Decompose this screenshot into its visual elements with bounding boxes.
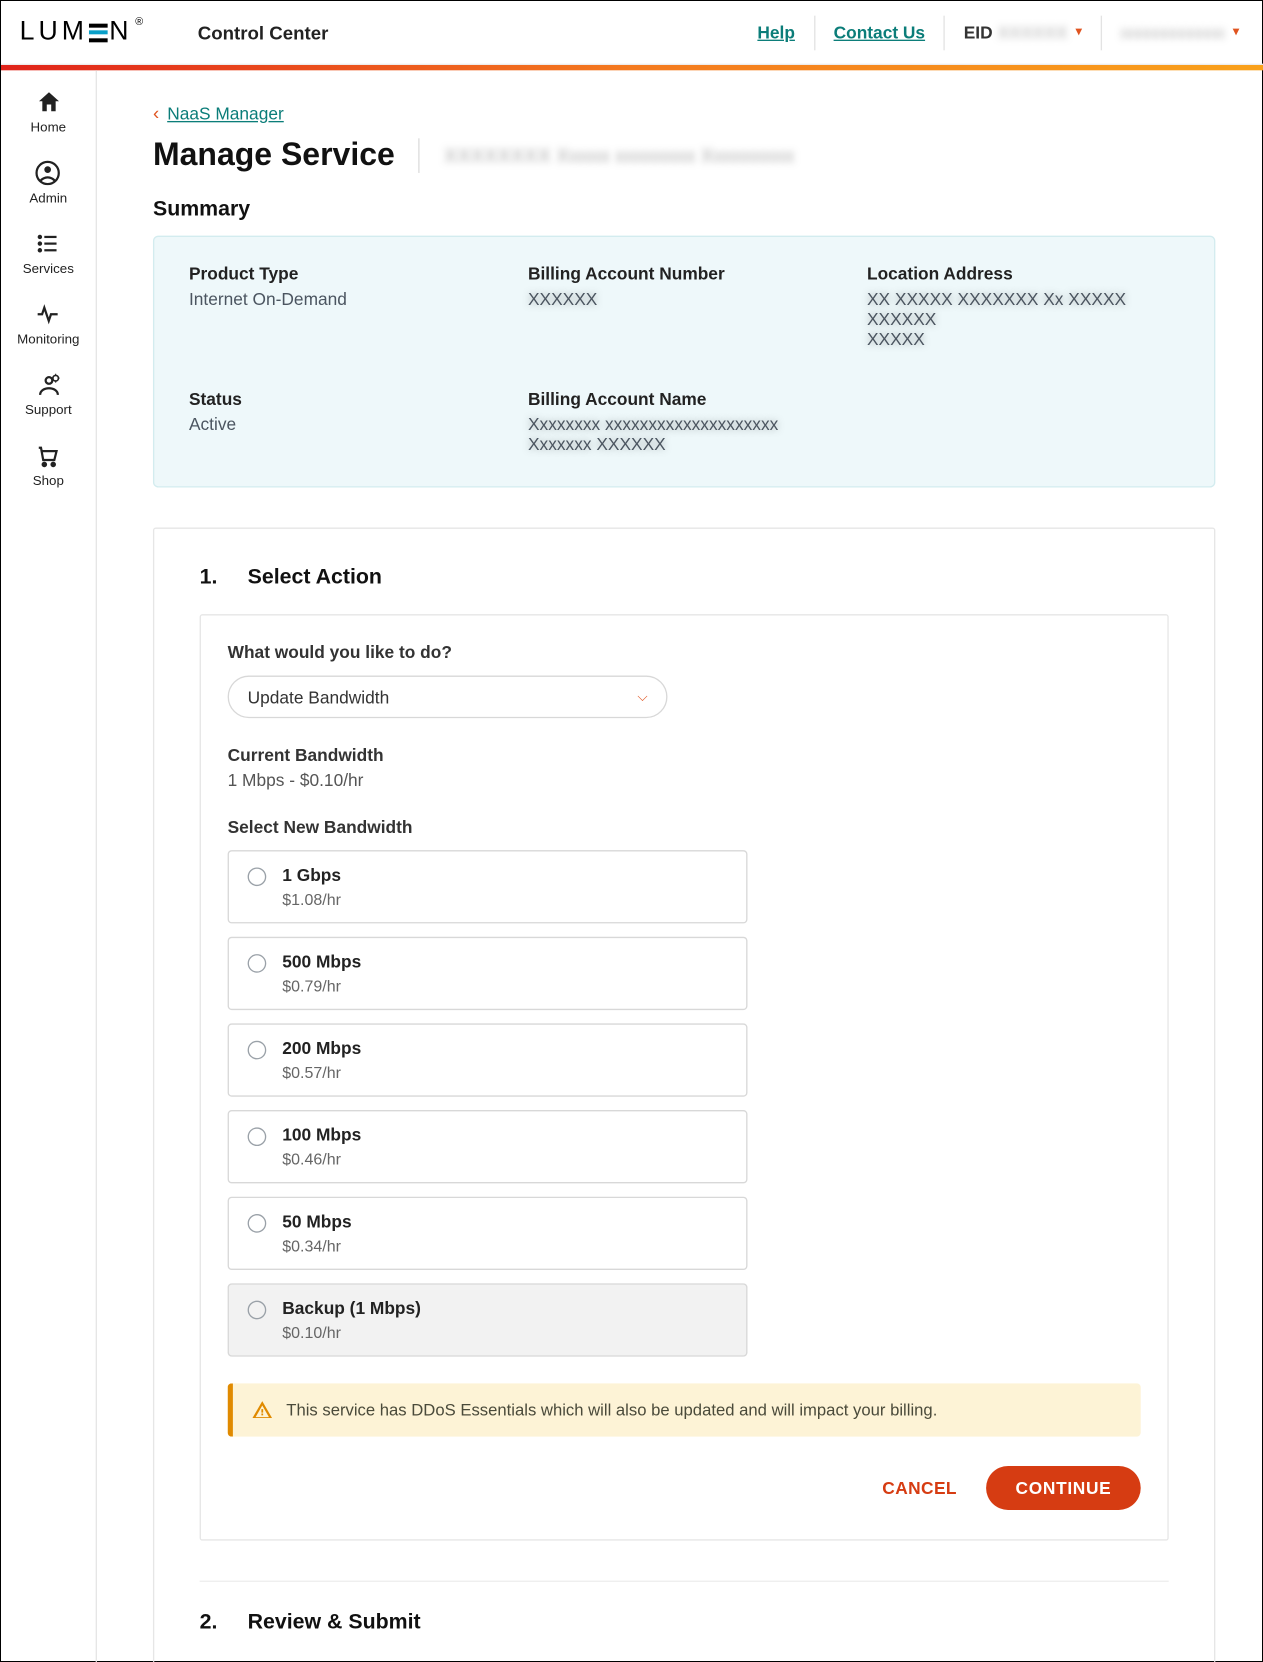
step1-body: What would you like to do? Update Bandwi… [200, 614, 1169, 1540]
sidebar-item-label: Services [23, 262, 74, 277]
sidebar: Home Admin Services Monitoring [1, 70, 97, 1662]
sidebar-item-shop[interactable]: Shop [33, 442, 64, 489]
chevron-left-icon: ‹ [153, 102, 159, 123]
chevron-down-icon: ⌵ [637, 689, 647, 704]
sidebar-item-support[interactable]: Support [25, 372, 72, 419]
cart-icon [35, 442, 62, 469]
warning-icon [252, 1399, 273, 1420]
sidebar-item-label: Home [31, 121, 67, 136]
option-name: Backup (1 Mbps) [282, 1298, 421, 1318]
option-name: 100 Mbps [282, 1125, 361, 1145]
bandwidth-option[interactable]: 500 Mbps $0.79/hr [228, 937, 748, 1010]
radio-icon [248, 1301, 267, 1320]
gear-user-icon [35, 372, 62, 399]
alert-text: This service has DDoS Essentials which w… [286, 1401, 937, 1420]
product-type-label: Product Type [189, 264, 501, 284]
top-bar: LUMN® Control Center Help Contact Us EID… [1, 1, 1263, 65]
sidebar-item-label: Support [25, 404, 72, 419]
ban-value: XXXXXX [528, 289, 840, 309]
chevron-down-icon: ▾ [1075, 25, 1082, 40]
option-price: $0.57/hr [282, 1063, 361, 1082]
radio-icon [248, 1041, 267, 1060]
option-price: $1.08/hr [282, 890, 341, 909]
bandwidth-option[interactable]: 100 Mbps $0.46/hr [228, 1110, 748, 1183]
step1-actions: CANCEL CONTINUE [228, 1466, 1141, 1510]
step2-header: 2. Review & Submit [200, 1581, 1169, 1636]
summary-heading: Summary [153, 198, 1215, 222]
option-price: $0.34/hr [282, 1237, 351, 1256]
page-title: Manage Service [153, 137, 395, 174]
eid-label: EID [964, 22, 993, 42]
option-name: 500 Mbps [282, 951, 361, 971]
radio-icon [248, 867, 267, 886]
sidebar-item-admin[interactable]: Admin [29, 160, 67, 207]
divider [419, 138, 420, 173]
action-question: What would you like to do? [228, 642, 1141, 662]
radio-icon [248, 1214, 267, 1233]
ddos-alert: This service has DDoS Essentials which w… [228, 1383, 1141, 1436]
account-value: xxxxxxxxxxxx [1121, 22, 1225, 42]
status-value: Active [189, 414, 501, 434]
step1-header: 1. Select Action [200, 566, 1169, 590]
location-value: XX XXXXX XXXXXXX Xx XXXXX XXXXXX XXXXX [867, 289, 1179, 349]
breadcrumb-parent-link[interactable]: NaaS Manager [167, 103, 284, 123]
chevron-down-icon: ▾ [1233, 25, 1240, 40]
sidebar-item-services[interactable]: Services [23, 230, 74, 277]
ban-label: Billing Account Number [528, 264, 840, 284]
app-name: Control Center [198, 22, 329, 43]
contact-link[interactable]: Contact Us [834, 22, 925, 42]
continue-button[interactable]: CONTINUE [986, 1466, 1140, 1510]
account-menu[interactable]: xxxxxxxxxxxx ▾ [1102, 15, 1239, 50]
bandwidth-option[interactable]: Backup (1 Mbps) $0.10/hr [228, 1283, 748, 1356]
list-icon [35, 230, 62, 257]
page-subtitle: XXXXXXXX Xxxxx xxxxxxxx Xxxxxxxxx [444, 144, 794, 167]
sidebar-item-monitoring[interactable]: Monitoring [17, 301, 79, 348]
select-new-label: Select New Bandwidth [228, 817, 1141, 837]
wizard: 1. Select Action What would you like to … [153, 528, 1215, 1662]
activity-icon [35, 301, 62, 328]
summary-card: Product Type Internet On-Demand Billing … [153, 236, 1215, 488]
radio-icon [248, 954, 267, 973]
sidebar-item-label: Shop [33, 474, 64, 489]
bandwidth-options: 1 Gbps $1.08/hr 500 Mbps $0.79/hr [228, 850, 748, 1357]
option-price: $0.46/hr [282, 1150, 361, 1169]
home-icon [35, 89, 62, 116]
breadcrumb: ‹ NaaS Manager [153, 102, 1215, 123]
current-bw-label: Current Bandwidth [228, 745, 1141, 765]
eid-menu[interactable]: EID XXXXXX ▾ [945, 15, 1102, 50]
eid-value: XXXXXX [998, 22, 1067, 42]
logo: LUMN® [20, 17, 147, 48]
sidebar-item-label: Monitoring [17, 333, 79, 348]
bandwidth-option[interactable]: 1 Gbps $1.08/hr [228, 850, 748, 923]
user-circle-icon [35, 160, 62, 187]
option-name: 50 Mbps [282, 1211, 351, 1231]
baname-value: Xxxxxxxx xxxxxxxxxxxxxxxxxxxx Xxxxxxx XX… [528, 414, 840, 454]
product-type-value: Internet On-Demand [189, 289, 501, 309]
sidebar-item-label: Admin [29, 192, 67, 207]
baname-label: Billing Account Name [528, 389, 840, 409]
dropdown-value: Update Bandwidth [248, 687, 390, 707]
current-bw-value: 1 Mbps - $0.10/hr [228, 770, 1141, 790]
content-area: ‹ NaaS Manager Manage Service XXXXXXXX X… [97, 70, 1263, 1662]
step1-number: 1. [200, 566, 221, 590]
radio-icon [248, 1127, 267, 1146]
step2-title: Review & Submit [248, 1611, 421, 1635]
sidebar-item-home[interactable]: Home [31, 89, 67, 136]
option-price: $0.10/hr [282, 1323, 421, 1342]
step2-number: 2. [200, 1611, 221, 1635]
option-name: 200 Mbps [282, 1038, 361, 1058]
bandwidth-option[interactable]: 50 Mbps $0.34/hr [228, 1197, 748, 1270]
bandwidth-option[interactable]: 200 Mbps $0.57/hr [228, 1023, 748, 1096]
status-label: Status [189, 389, 501, 409]
step1-title: Select Action [248, 566, 382, 590]
cancel-button[interactable]: CANCEL [882, 1478, 957, 1498]
location-label: Location Address [867, 264, 1179, 284]
option-name: 1 Gbps [282, 865, 341, 885]
help-link[interactable]: Help [757, 22, 795, 42]
option-price: $0.79/hr [282, 977, 361, 996]
action-dropdown[interactable]: Update Bandwidth ⌵ [228, 675, 668, 718]
